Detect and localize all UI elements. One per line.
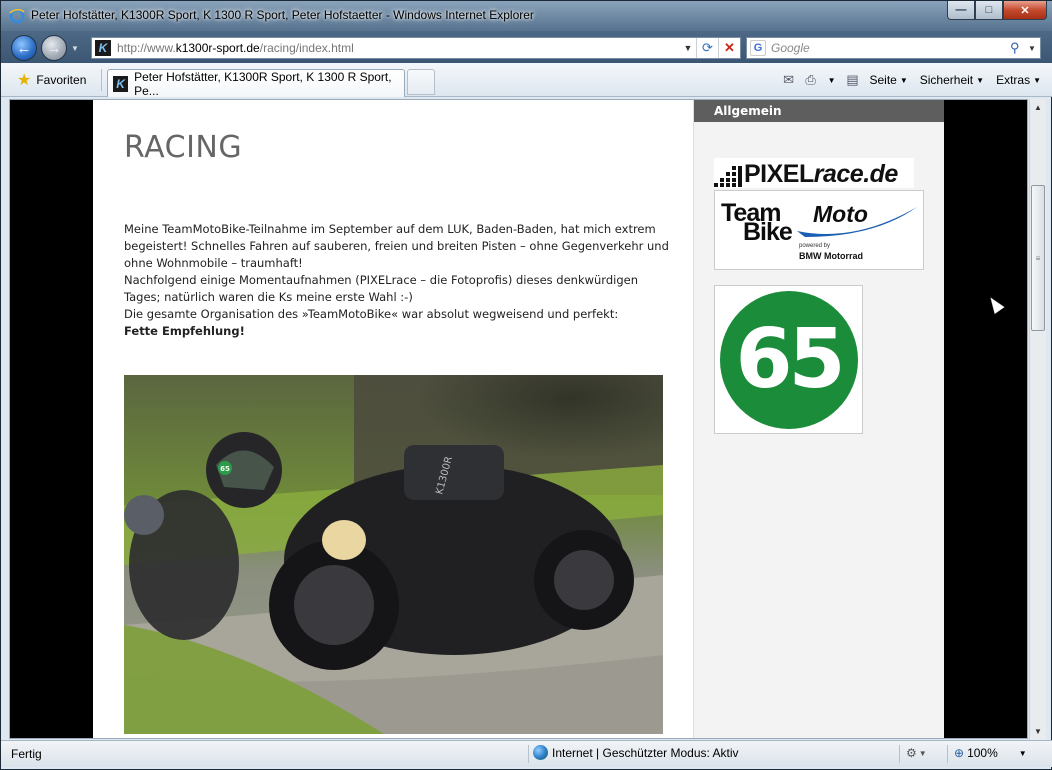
mail-icon[interactable]: ▤ (843, 72, 861, 88)
number-badge-image[interactable]: 65 (714, 285, 863, 434)
intro-text: Meine TeamMotoBike-Teilnahme im Septembe… (124, 221, 669, 340)
new-tab-button[interactable] (407, 69, 435, 95)
back-button[interactable]: ← (11, 35, 37, 61)
scroll-up-icon[interactable]: ▲ (1030, 99, 1046, 116)
main-content: RACING Meine TeamMotoBike-Teilnahme im S… (93, 100, 693, 738)
settings-icon: ⚙ (906, 746, 917, 760)
address-bar[interactable]: K http://www.k1300r-sport.de/racing/inde… (91, 37, 741, 59)
minimize-button[interactable]: — (947, 1, 975, 20)
extras-menu[interactable]: Extras ▼ (992, 69, 1045, 91)
page-title: RACING (124, 130, 243, 165)
refresh-icon[interactable]: ⟳ (696, 38, 718, 58)
status-text: Fertig (11, 747, 42, 761)
google-icon: G (750, 40, 766, 56)
tab-title: Peter Hofstätter, K1300R Sport, K 1300 R… (134, 69, 392, 98)
sidebar: Allgemein PIXELrace.de Team Moto Bike po… (693, 100, 944, 738)
logo-bike-text: Bike (743, 218, 793, 246)
maximize-button[interactable]: □ (975, 1, 1003, 20)
print-icon[interactable]: ⎙ (802, 72, 820, 88)
zoom-dropdown-icon: ▼ (1018, 748, 1027, 758)
recommendation-text: Fette Empfehlung! (124, 324, 245, 338)
separator (899, 745, 900, 763)
pixelrace-text: PIXELrace.de (744, 160, 898, 188)
site-favicon-icon: K (95, 40, 111, 56)
motorcycle-photo-graphic: 65 K1300R (124, 375, 663, 734)
pixelrace-logo[interactable]: PIXELrace.de (714, 158, 914, 188)
print-dropdown-icon[interactable]: ▼ (824, 69, 840, 91)
zoom-icon: ⊕ (954, 746, 965, 760)
navigation-bar: ← → ▼ K http://www.k1300r-sport.de/racin… (1, 31, 1052, 63)
tab-bar: ★ Favoriten K Peter Hofstätter, K1300R S… (1, 63, 1052, 98)
recent-pages-dropdown-icon[interactable]: ▼ (71, 44, 79, 53)
security-menu[interactable]: Sicherheit ▼ (916, 69, 988, 91)
separator (947, 745, 948, 763)
scroll-thumb[interactable]: ≡ (1031, 185, 1045, 331)
stop-icon[interactable]: ✕ (718, 38, 740, 58)
favorites-label: Favoriten (36, 73, 87, 87)
logo-powered-text: powered by (799, 243, 831, 249)
tab-favicon-icon: K (113, 75, 129, 92)
title-bar: Peter Hofstätter, K1300R Sport, K 1300 R… (1, 1, 1052, 31)
command-bar: ✉ ⎙ ▼ ▤ Seite ▼ Sicherheit ▼ Extras ▼ (780, 68, 1045, 92)
search-icon[interactable]: ⚲ (1010, 40, 1028, 56)
vertical-scrollbar[interactable]: ▲ ≡ ▼ (1029, 99, 1046, 740)
teammotobike-logo[interactable]: Team Moto Bike powered by BMW Motorrad (714, 190, 924, 270)
zoom-control[interactable]: ⊕ 100% ▼ (954, 746, 1027, 760)
globe-icon (533, 745, 548, 760)
racing-photo[interactable]: 65 K1300R (124, 375, 663, 734)
separator (528, 745, 529, 763)
protected-mode-button[interactable]: ⚙ ▼ (906, 746, 927, 760)
number-badge: 65 (719, 290, 858, 429)
favorites-button[interactable]: ★ Favoriten (9, 68, 94, 92)
separator (101, 69, 102, 91)
forward-button[interactable]: → (41, 35, 67, 61)
browser-window: Peter Hofstätter, K1300R Sport, K 1300 R… (0, 0, 1052, 770)
ie-icon (9, 8, 25, 24)
logo-sponsor-text: BMW Motorrad (799, 251, 863, 261)
search-options-dropdown-icon[interactable]: ▼ (1028, 44, 1040, 53)
helmet-number: 65 (220, 465, 230, 473)
paragraph: Die gesamte Organisation des »TeamMotoBi… (124, 307, 619, 321)
status-bar: Fertig Internet | Geschützter Modus: Akt… (1, 740, 1052, 767)
pixel-dots-icon (714, 166, 742, 187)
zone-text: Internet | Geschützter Modus: Aktiv (552, 745, 739, 760)
dropdown-icon: ▼ (918, 748, 927, 758)
page-menu[interactable]: Seite ▼ (865, 69, 911, 91)
search-box[interactable]: G Google ⚲ ▼ (746, 37, 1041, 59)
star-icon: ★ (17, 72, 32, 89)
paragraph: Meine TeamMotoBike-Teilnahme im Septembe… (124, 222, 669, 270)
scroll-down-icon[interactable]: ▼ (1030, 723, 1046, 740)
logo-moto-text: Moto (813, 201, 868, 227)
address-url[interactable]: http://www.k1300r-sport.de/racing/index.… (117, 41, 680, 55)
window-title: Peter Hofstätter, K1300R Sport, K 1300 R… (31, 8, 534, 22)
window-controls: — □ ✕ (947, 1, 1047, 21)
sidebar-heading: Allgemein (694, 100, 944, 122)
tab-active[interactable]: K Peter Hofstätter, K1300R Sport, K 1300… (107, 69, 405, 98)
address-dropdown-icon[interactable]: ▼ (680, 43, 696, 53)
close-button[interactable]: ✕ (1003, 1, 1047, 20)
search-input[interactable]: Google (771, 41, 1010, 55)
web-page: RACING Meine TeamMotoBike-Teilnahme im S… (93, 100, 944, 738)
paragraph: Nachfolgend einige Momentaufnahmen (PIXE… (124, 273, 638, 304)
page-viewport: RACING Meine TeamMotoBike-Teilnahme im S… (9, 99, 1028, 739)
feeds-icon[interactable]: ✉ (780, 72, 798, 88)
zoom-level: 100% (967, 746, 998, 760)
security-zone[interactable]: Internet | Geschützter Modus: Aktiv (533, 745, 739, 760)
